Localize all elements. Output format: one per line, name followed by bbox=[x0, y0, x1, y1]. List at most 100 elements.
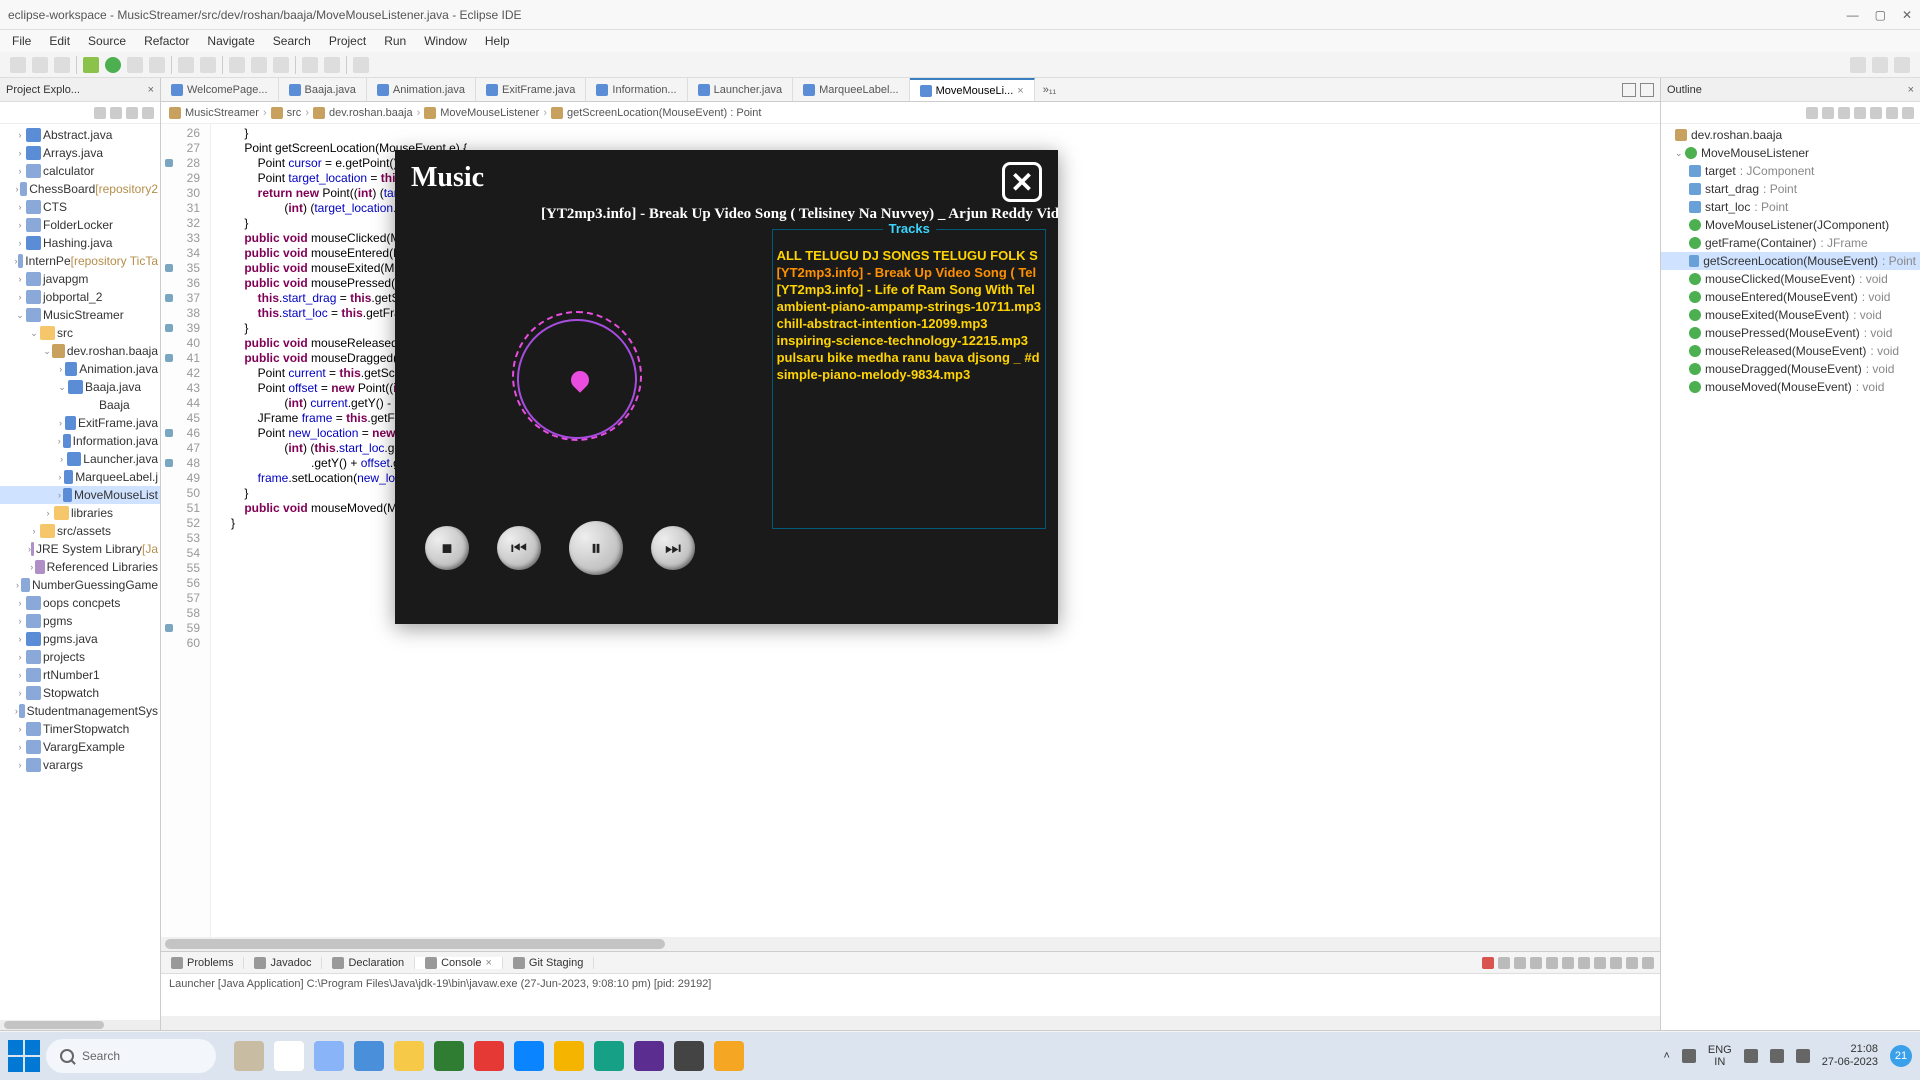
start-button[interactable] bbox=[8, 1040, 40, 1072]
breadcrumb-item[interactable]: src bbox=[287, 107, 302, 119]
console-tool-icon[interactable] bbox=[1546, 957, 1558, 969]
hide-nonpublic-icon[interactable] bbox=[1854, 107, 1866, 119]
tree-item[interactable]: ›ExitFrame.java bbox=[0, 414, 160, 432]
run-last-icon[interactable] bbox=[149, 57, 165, 73]
filter-icon[interactable] bbox=[126, 107, 138, 119]
tree-item[interactable]: ›Launcher.java bbox=[0, 450, 160, 468]
debug-icon[interactable] bbox=[83, 57, 99, 73]
bottom-tab-declaration[interactable]: Declaration bbox=[322, 957, 415, 969]
breadcrumb-item[interactable]: dev.roshan.baaja bbox=[329, 107, 413, 119]
breadcrumb-item[interactable]: getScreenLocation(MouseEvent) : Point bbox=[567, 107, 761, 119]
maximize-button[interactable]: ▢ bbox=[1875, 8, 1886, 22]
onedrive-icon[interactable] bbox=[1682, 1049, 1696, 1063]
tree-item[interactable]: ›src/assets bbox=[0, 522, 160, 540]
tree-item[interactable]: ›oops concpets bbox=[0, 594, 160, 612]
tree-item[interactable]: ⌄MusicStreamer bbox=[0, 306, 160, 324]
new-icon[interactable] bbox=[10, 57, 26, 73]
taskbar-app-icon[interactable] bbox=[674, 1041, 704, 1071]
taskbar-app-icon[interactable] bbox=[394, 1041, 424, 1071]
console-tool-icon[interactable] bbox=[1610, 957, 1622, 969]
pause-button[interactable]: ⏸ bbox=[569, 521, 623, 575]
breadcrumb-item[interactable]: MusicStreamer bbox=[185, 107, 259, 119]
tree-item[interactable]: ›pgms bbox=[0, 612, 160, 630]
outline-item[interactable]: mouseMoved(MouseEvent): void bbox=[1661, 378, 1920, 396]
menu-source[interactable]: Source bbox=[88, 34, 126, 48]
taskbar-app-icon[interactable] bbox=[634, 1041, 664, 1071]
tree-item[interactable]: ⌄Baaja.java bbox=[0, 378, 160, 396]
console-tool-icon[interactable] bbox=[1514, 957, 1526, 969]
tree-item[interactable]: ›JRE System Library [Ja bbox=[0, 540, 160, 558]
taskbar-app-icon[interactable] bbox=[354, 1041, 384, 1071]
tray-chevron-icon[interactable]: ˄ bbox=[1663, 1050, 1669, 1062]
outline-item[interactable]: start_loc: Point bbox=[1661, 198, 1920, 216]
tree-item[interactable]: ›TimerStopwatch bbox=[0, 720, 160, 738]
outline-item[interactable]: start_drag: Point bbox=[1661, 180, 1920, 198]
taskbar-app-icon[interactable] bbox=[554, 1041, 584, 1071]
tree-item[interactable]: ›Abstract.java bbox=[0, 126, 160, 144]
save-icon[interactable] bbox=[32, 57, 48, 73]
tree-item[interactable]: ›Information.java bbox=[0, 432, 160, 450]
menu-window[interactable]: Window bbox=[424, 34, 467, 48]
tree-item[interactable]: Baaja bbox=[0, 396, 160, 414]
editor-scrollbar[interactable] bbox=[161, 937, 1660, 951]
taskbar-clock[interactable]: 21:08 27-06-2023 bbox=[1822, 1043, 1878, 1069]
tree-item[interactable]: ⌄dev.roshan.baaja bbox=[0, 342, 160, 360]
new-class-icon[interactable] bbox=[200, 57, 216, 73]
outline-item[interactable]: MoveMouseListener(JComponent) bbox=[1661, 216, 1920, 234]
volume-icon[interactable] bbox=[1770, 1049, 1784, 1063]
taskbar-app-icon[interactable] bbox=[234, 1041, 264, 1071]
taskbar-app-icon[interactable] bbox=[714, 1041, 744, 1071]
close-icon[interactable]: × bbox=[1908, 84, 1914, 96]
battery-icon[interactable] bbox=[1796, 1049, 1810, 1063]
outline-item[interactable]: mouseExited(MouseEvent): void bbox=[1661, 306, 1920, 324]
back-icon[interactable] bbox=[302, 57, 318, 73]
tree-item[interactable]: ›Hashing.java bbox=[0, 234, 160, 252]
outline-tree[interactable]: dev.roshan.baaja⌄MoveMouseListenertarget… bbox=[1661, 124, 1920, 1030]
tree-item[interactable]: ›FolderLocker bbox=[0, 216, 160, 234]
hide-fields-icon[interactable] bbox=[1822, 107, 1834, 119]
editor-tab[interactable]: ExitFrame.java bbox=[476, 78, 586, 101]
view-menu-icon[interactable] bbox=[142, 107, 154, 119]
track-item[interactable]: chill-abstract-intention-12099.mp3 bbox=[777, 315, 1041, 332]
tree-item[interactable]: ›Animation.java bbox=[0, 360, 160, 378]
track-item[interactable]: [YT2mp3.info] - Break Up Video Song ( Te… bbox=[777, 264, 1041, 281]
console-tool-icon[interactable] bbox=[1594, 957, 1606, 969]
notification-badge[interactable]: 21 bbox=[1890, 1045, 1912, 1067]
annotation-icon[interactable] bbox=[273, 57, 289, 73]
view-menu-icon[interactable] bbox=[1902, 107, 1914, 119]
tree-item[interactable]: ›jobportal_2 bbox=[0, 288, 160, 306]
menu-search[interactable]: Search bbox=[273, 34, 311, 48]
hide-static-icon[interactable] bbox=[1838, 107, 1850, 119]
tree-item[interactable]: ›libraries bbox=[0, 504, 160, 522]
taskbar-search[interactable]: Search bbox=[46, 1039, 216, 1073]
tree-item[interactable]: ›pgms.java bbox=[0, 630, 160, 648]
menu-file[interactable]: File bbox=[12, 34, 31, 48]
collapse-all-icon[interactable] bbox=[94, 107, 106, 119]
console-tool-icon[interactable] bbox=[1642, 957, 1654, 969]
console-tool-icon[interactable] bbox=[1562, 957, 1574, 969]
editor-tab[interactable]: Baaja.java bbox=[279, 78, 367, 101]
player-close-button[interactable]: ✕ bbox=[1002, 162, 1042, 202]
minimize-button[interactable]: — bbox=[1847, 8, 1859, 22]
tree-item[interactable]: ›InternPe [repository TicTa bbox=[0, 252, 160, 270]
pin-icon[interactable] bbox=[353, 57, 369, 73]
tree-item[interactable]: ›Stopwatch bbox=[0, 684, 160, 702]
tree-item[interactable]: ›VarargExample bbox=[0, 738, 160, 756]
close-button[interactable]: ✕ bbox=[1902, 8, 1912, 22]
editor-tab[interactable]: Launcher.java bbox=[688, 78, 794, 101]
track-item[interactable]: pulsaru bike medha ranu bava djsong _ #d bbox=[777, 349, 1041, 366]
open-type-icon[interactable] bbox=[229, 57, 245, 73]
tree-item[interactable]: ›NumberGuessingGame bbox=[0, 576, 160, 594]
menu-edit[interactable]: Edit bbox=[49, 34, 70, 48]
project-tree[interactable]: ›Abstract.java›Arrays.java›calculator›Ch… bbox=[0, 124, 160, 1020]
tree-item[interactable]: ›Arrays.java bbox=[0, 144, 160, 162]
tree-item[interactable]: ›StudentmanagementSys bbox=[0, 702, 160, 720]
console-scrollbar[interactable] bbox=[161, 1016, 1660, 1030]
wifi-icon[interactable] bbox=[1744, 1049, 1758, 1063]
hide-local-icon[interactable] bbox=[1870, 107, 1882, 119]
editor-tab[interactable]: WelcomePage... bbox=[161, 78, 279, 101]
outline-item[interactable]: dev.roshan.baaja bbox=[1661, 126, 1920, 144]
focus-icon[interactable] bbox=[1886, 107, 1898, 119]
taskbar-app-icon[interactable] bbox=[594, 1041, 624, 1071]
stop-button[interactable]: ■ bbox=[425, 526, 469, 570]
